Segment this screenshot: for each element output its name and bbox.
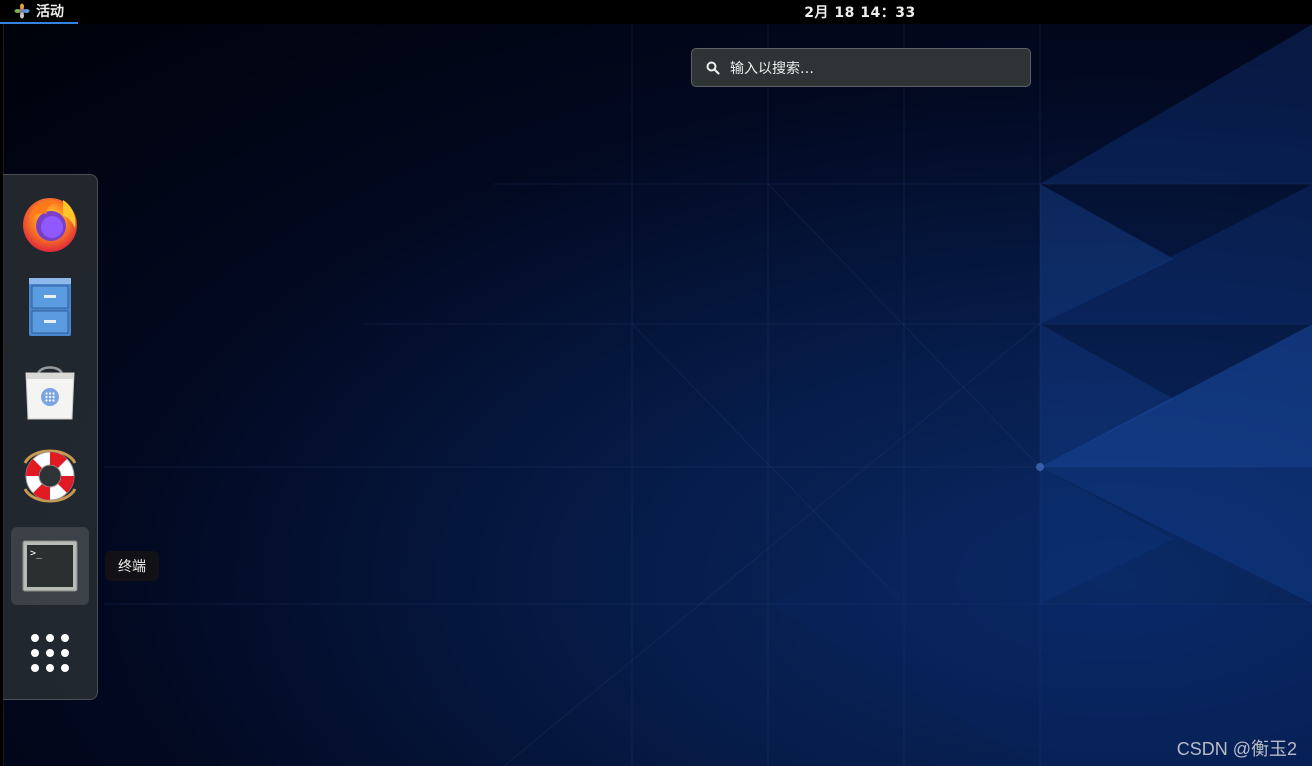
app-grid-icon	[31, 634, 69, 672]
terminal-tooltip: 终端	[105, 551, 159, 581]
software-bag-icon	[25, 366, 75, 420]
lifebuoy-icon	[23, 449, 77, 503]
search-input[interactable]: 输入以搜索…	[691, 48, 1031, 87]
show-applications-button[interactable]	[11, 614, 89, 692]
activities-button[interactable]: 活动	[0, 0, 78, 24]
svg-text:>_: >_	[30, 548, 43, 559]
dash-item-help[interactable]	[11, 437, 89, 515]
dash-item-files[interactable]	[11, 268, 89, 346]
dash-item-firefox[interactable]	[11, 184, 89, 262]
desktop-background: 输入以搜索…	[3, 24, 1312, 766]
terminal-icon: >_	[22, 540, 78, 592]
firefox-icon	[23, 198, 77, 252]
dash-item-software[interactable]	[11, 353, 89, 431]
activities-label: 活动	[36, 4, 64, 20]
top-bar: 活动 2月 18 14：33	[0, 0, 1312, 24]
file-cabinet-icon	[29, 278, 71, 336]
wallpaper-pattern	[104, 24, 1312, 766]
search-placeholder: 输入以搜索…	[730, 60, 814, 77]
clock[interactable]: 2月 18 14：33	[800, 0, 920, 24]
activities-logo-icon	[14, 3, 30, 19]
watermark-text: CSDN @衡玉2	[1176, 739, 1297, 759]
search-icon	[706, 61, 720, 75]
dash-item-terminal[interactable]: >_	[11, 527, 89, 605]
dash: >_	[3, 174, 98, 700]
